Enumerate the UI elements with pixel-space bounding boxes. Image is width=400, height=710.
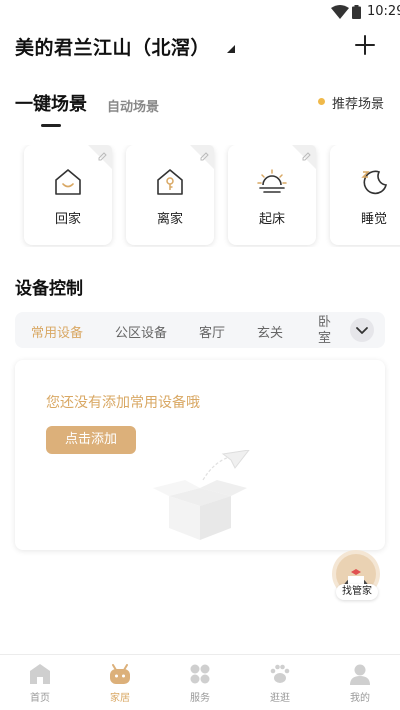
robot-face-icon (110, 664, 130, 684)
nav-label: 首页 (30, 693, 50, 704)
scene-label: 睡觉 (360, 212, 387, 227)
nav-home[interactable]: 首页 (0, 655, 80, 710)
tab-common-devices[interactable]: 常用设备 (31, 322, 83, 341)
add-icon[interactable] (352, 32, 378, 58)
edit-icon[interactable] (292, 145, 316, 169)
edit-icon[interactable] (88, 145, 112, 169)
nav-label: 我的 (350, 693, 370, 704)
nav-label: 家居 (110, 693, 130, 704)
caret-down-icon[interactable] (227, 45, 235, 53)
scene-label: 离家 (156, 212, 183, 227)
tab-public-devices[interactable]: 公区设备 (115, 322, 167, 341)
empty-devices-card: 您还没有添加常用设备哦 点击添加 (15, 360, 385, 550)
paw-icon (270, 664, 290, 683)
empty-box-illustration (153, 450, 250, 540)
sunrise-icon (257, 169, 287, 193)
home-icon (30, 664, 50, 684)
battery-icon (352, 5, 361, 19)
grid-icon (190, 664, 210, 684)
tab-underline (41, 124, 61, 127)
nav-label: 服务 (190, 693, 210, 704)
bottom-nav: 首页 家居 服务 逛逛 我的 (0, 654, 400, 710)
scene-card-home[interactable]: 回家 (24, 145, 112, 245)
scene-label: 回家 (54, 212, 81, 227)
nav-label: 逛逛 (270, 693, 290, 704)
edit-icon[interactable] (190, 145, 214, 169)
wifi-icon (331, 5, 349, 19)
status-bar: 10:29 (0, 0, 400, 24)
user-icon (350, 664, 370, 685)
home-key-icon (157, 169, 183, 195)
empty-message: 您还没有添加常用设备哦 (46, 395, 200, 411)
tab-living-room[interactable]: 客厅 (199, 322, 225, 341)
moon-sleep-icon (361, 170, 387, 195)
tab-bedroom[interactable]: 卧室 (318, 315, 332, 347)
scene-card-leave[interactable]: 离家 (126, 145, 214, 245)
device-tab-bar: 常用设备 公区设备 客厅 玄关 卧室 (15, 312, 385, 348)
chevron-down-icon[interactable] (350, 318, 374, 342)
nav-service[interactable]: 服务 (160, 655, 240, 710)
scene-card-sleep[interactable]: 睡觉 (330, 145, 400, 245)
add-device-button[interactable]: 点击添加 (46, 426, 136, 454)
scene-card-list: 回家 离家 起床 睡觉 (0, 145, 400, 247)
header: 美的君兰江山（北滘） (0, 30, 400, 66)
device-control-title: 设备控制 (15, 279, 83, 299)
nav-mine[interactable]: 我的 (320, 655, 400, 710)
find-butler-label[interactable]: 找管家 (336, 584, 378, 600)
home-name[interactable]: 美的君兰江山（北滘） (15, 33, 210, 60)
recommended-scenes-link[interactable]: 推荐场景 (332, 93, 384, 112)
scene-label: 起床 (258, 212, 285, 227)
nav-explore[interactable]: 逛逛 (240, 655, 320, 710)
home-smile-icon (55, 169, 81, 195)
tab-entrance[interactable]: 玄关 (257, 322, 283, 341)
status-time: 10:29 (367, 4, 400, 19)
nav-smart-home[interactable]: 家居 (80, 655, 160, 710)
recommended-dot (318, 98, 325, 105)
tab-auto-scene[interactable]: 自动场景 (107, 96, 159, 115)
scene-card-wake[interactable]: 起床 (228, 145, 316, 245)
tab-one-key-scene[interactable]: 一键场景 (15, 90, 87, 116)
